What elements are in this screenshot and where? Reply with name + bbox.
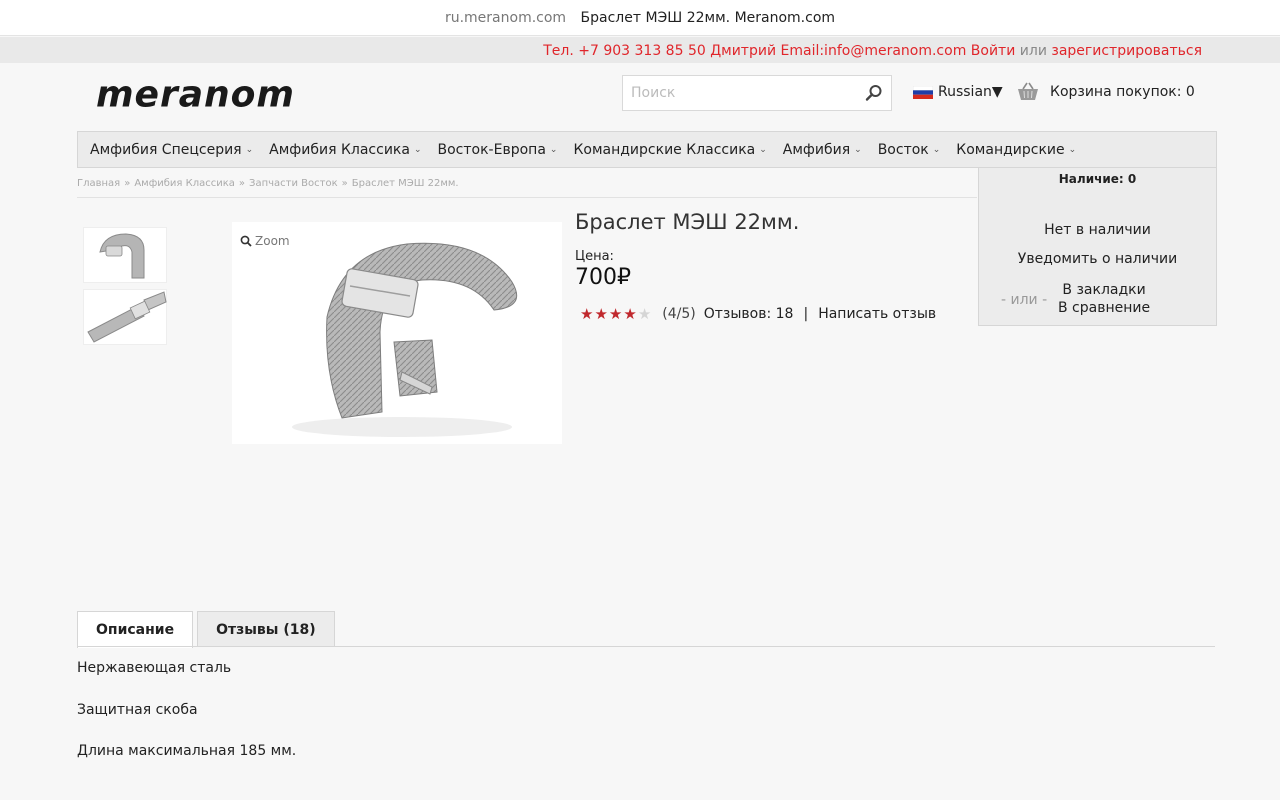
- star-filled-icon: ★: [594, 305, 609, 323]
- description-line-3: Длина максимальная 185 мм.: [77, 743, 297, 759]
- register-link[interactable]: зарегистрироваться: [1051, 43, 1202, 59]
- chevron-down-icon: ⌄: [413, 144, 422, 155]
- breadcrumb: Главная» Амфибия Классика» Запчасти Восток…: [77, 178, 459, 189]
- reviews-count-link[interactable]: Отзывов: 18: [704, 306, 794, 322]
- russia-flag-icon: [913, 85, 933, 99]
- add-to-compare-link[interactable]: В сравнение: [1058, 299, 1150, 317]
- tab-description[interactable]: Описание: [77, 611, 194, 648]
- tab-reviews[interactable]: Отзывы (18): [197, 611, 335, 647]
- breadcrumb-separator-icon: »: [341, 178, 348, 189]
- description-line-2: Защитная скоба: [77, 702, 198, 718]
- add-to-bookmarks-link[interactable]: В закладки: [1058, 281, 1150, 299]
- chevron-down-icon: ⌄: [854, 144, 862, 155]
- page-title: Браслет МЭШ 22мм. Meranom.com: [580, 10, 836, 26]
- product-title: Браслет МЭШ 22мм.: [575, 210, 800, 234]
- basket-icon: [1018, 82, 1038, 100]
- notify-availability-link[interactable]: Уведомить о наличии: [979, 251, 1216, 267]
- product-thumbnail-2[interactable]: [83, 289, 167, 345]
- nav-item-vostok-europa[interactable]: Восток-Европа ⌄: [438, 142, 558, 158]
- product-price: 700₽: [575, 265, 631, 290]
- or-separator: - или -: [1001, 292, 1048, 308]
- nav-item-label: Восток-Европа: [437, 141, 546, 158]
- nav-item-amfibia-specseria[interactable]: Амфибия Спецсерия ⌄: [90, 142, 253, 158]
- breadcrumb-separator-icon: »: [124, 178, 131, 189]
- language-label: Russian▼: [938, 84, 1003, 100]
- nav-item-vostok[interactable]: Восток ⌄: [878, 142, 941, 158]
- nav-item-label: Амфибия Классика: [269, 141, 410, 158]
- email-link[interactable]: Email:info@meranom.com: [781, 43, 967, 59]
- browser-title-bar: ru.meranom.com Браслет МЭШ 22мм. Meranom…: [0, 0, 1280, 36]
- chevron-down-icon: ⌄: [245, 144, 254, 155]
- search-input[interactable]: [623, 76, 853, 110]
- breadcrumb-category[interactable]: Амфибия Классика: [134, 178, 235, 189]
- category-nav: Амфибия Спецсерия ⌄ Амфибия Классика ⌄ Вос…: [77, 131, 1217, 168]
- nav-item-komandirskie-klassika[interactable]: Командирские Классика ⌄: [573, 142, 766, 158]
- price-label: Цена:: [575, 249, 614, 264]
- nav-item-label: Командирские Классика: [573, 141, 756, 158]
- cart-label: Корзина покупок: 0: [1050, 84, 1195, 100]
- page-domain: ru.meranom.com: [444, 10, 567, 26]
- breadcrumb-home[interactable]: Главная: [77, 178, 120, 189]
- zoom-label: Zoom: [255, 234, 290, 248]
- bracelet-photo: [292, 242, 517, 437]
- or-text: или: [1019, 43, 1047, 59]
- search-icon[interactable]: [865, 84, 883, 102]
- description-line-1: Нержавеющая сталь: [77, 660, 232, 676]
- nav-item-label: Амфибия: [782, 141, 851, 158]
- stock-count: Наличие: 0: [1058, 172, 1137, 186]
- login-link[interactable]: Войти: [971, 43, 1016, 59]
- phone-text: Тел. +7 903 313 85 50 Дмитрий: [543, 43, 777, 59]
- divider: [77, 197, 977, 198]
- breadcrumb-current: Браслет МЭШ 22мм.: [351, 178, 459, 189]
- rating-stars: ★★★★★: [580, 305, 652, 323]
- star-filled-icon: ★: [580, 305, 595, 323]
- rating-score: (4/5): [662, 306, 696, 322]
- stock-status: Нет в наличии: [1044, 222, 1151, 238]
- nav-item-komandirskie[interactable]: Командирские ⌄: [956, 142, 1076, 158]
- product-tabs: Описание Отзывы (18): [77, 611, 335, 648]
- cart-link[interactable]: Корзина покупок: 0: [1016, 82, 1195, 102]
- product-rating: ★★★★★ (4/5) Отзывов: 18 | Написать отзыв: [580, 305, 936, 323]
- language-selector[interactable]: Russian▼: [913, 84, 1003, 100]
- product-thumbnail-1[interactable]: [83, 227, 167, 283]
- star-empty-icon: ★: [637, 305, 653, 323]
- bracelet-flat-thumbnail-image: [87, 291, 167, 343]
- nav-item-label: Командирские: [956, 141, 1065, 158]
- chevron-down-icon: ⌄: [759, 144, 767, 155]
- chevron-down-icon: ⌄: [1068, 144, 1077, 155]
- chevron-down-icon: ⌄: [549, 144, 558, 155]
- write-review-link[interactable]: Написать отзыв: [818, 306, 936, 322]
- magnifier-icon: [240, 235, 252, 247]
- nav-item-amfibia-klassika[interactable]: Амфибия Классика ⌄: [269, 142, 421, 158]
- zoom-link[interactable]: Zoom: [240, 234, 290, 248]
- breadcrumb-separator-icon: »: [238, 178, 246, 189]
- search-box: [622, 75, 892, 111]
- meranom-logo[interactable]: meranom: [90, 76, 330, 114]
- svg-text:meranom: meranom: [96, 76, 295, 114]
- nav-item-label: Восток: [877, 141, 929, 158]
- star-filled-icon: ★: [623, 305, 638, 323]
- top-info-bar: Тел. +7 903 313 85 50 Дмитрий Email:info…: [0, 37, 1280, 63]
- star-filled-icon: ★: [608, 305, 624, 323]
- chevron-down-icon: ⌄: [932, 144, 941, 155]
- product-main-image[interactable]: Zoom: [232, 222, 562, 444]
- bracelet-thumbnail-image: [99, 233, 145, 279]
- nav-item-label: Амфибия Спецсерия: [90, 141, 242, 158]
- tabs-divider: [77, 646, 1215, 647]
- availability-dropdown: Наличие: 0 Нет в наличии Уведомить о нал…: [978, 168, 1217, 326]
- nav-item-amfibia[interactable]: Амфибия ⌄: [783, 142, 862, 158]
- rating-separator: |: [803, 306, 809, 322]
- breadcrumb-subcategory[interactable]: Запчасти Восток: [249, 178, 338, 189]
